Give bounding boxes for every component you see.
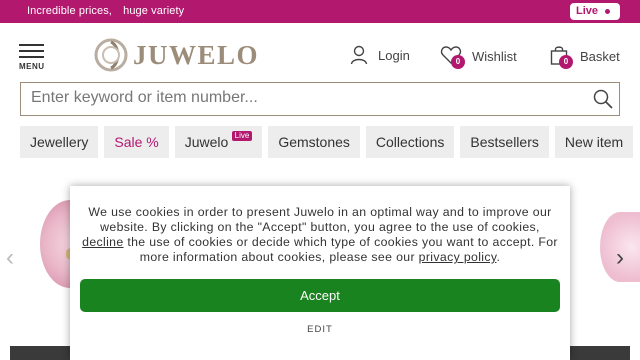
basket-count-badge: 0 xyxy=(559,55,573,69)
menu-label: MENU xyxy=(19,62,45,71)
logo-text: JUWELO xyxy=(133,39,260,70)
hero-banner-strip xyxy=(10,346,70,360)
chevron-left-icon[interactable]: ‹ xyxy=(6,244,14,272)
nav-item-label: New item xyxy=(564,134,624,150)
menu-button[interactable]: MENU xyxy=(19,43,45,71)
wishlist-link[interactable]: 0 Wishlist xyxy=(440,45,517,69)
hamburger-icon-bar xyxy=(19,56,44,58)
live-label: Live xyxy=(576,5,599,17)
nav-item-sale[interactable]: Sale % xyxy=(104,126,169,158)
chevron-right-icon[interactable]: › xyxy=(616,244,624,272)
hamburger-icon xyxy=(19,44,44,46)
promo-text: Incredible prices, huge variety xyxy=(27,5,192,17)
wishlist-label: Wishlist xyxy=(472,49,517,64)
cookie-consent-dialog: We use cookies in order to present Juwel… xyxy=(70,186,570,360)
promo-text-1: Incredible prices, xyxy=(27,5,112,17)
wishlist-icon-wrap: 0 xyxy=(440,45,465,69)
live-dot-icon xyxy=(605,9,610,14)
hamburger-icon-bar xyxy=(19,50,44,52)
search-icon[interactable] xyxy=(593,89,613,109)
nav-item-label: Bestsellers xyxy=(470,134,539,150)
live-tag-badge: Live xyxy=(231,131,253,141)
search-bar xyxy=(20,82,620,116)
nav-item-gemstones[interactable]: Gemstones xyxy=(268,126,360,158)
basket-link[interactable]: 0 Basket xyxy=(550,45,620,69)
logo[interactable]: JUWELO xyxy=(94,38,259,72)
live-button[interactable]: Live xyxy=(570,3,620,20)
edit-cookies-button[interactable]: EDIT xyxy=(70,324,570,335)
nav-item-label: Jewellery xyxy=(30,134,89,150)
decline-link[interactable]: decline xyxy=(82,235,123,249)
user-icon xyxy=(350,45,368,65)
nav-item-label: Gemstones xyxy=(278,134,350,150)
nav-item-label: Sale % xyxy=(114,134,159,150)
search-input[interactable] xyxy=(21,83,581,113)
nav-item-label: Collections xyxy=(375,134,445,150)
login-label: Login xyxy=(378,47,410,63)
hero-banner-strip xyxy=(570,346,630,360)
nav-item-new-items[interactable]: New item xyxy=(554,126,634,158)
nav-item-collections[interactable]: Collections xyxy=(365,126,455,158)
basket-icon-wrap: 0 xyxy=(550,45,573,69)
privacy-policy-link[interactable]: privacy policy xyxy=(419,250,497,264)
nav-item-label: Juwelo xyxy=(184,134,229,150)
promo-text-2: huge variety xyxy=(123,5,185,17)
nav-item-bestsellers[interactable]: Bestsellers xyxy=(460,126,549,158)
accept-button[interactable]: Accept xyxy=(80,279,560,312)
juwelo-logo-mark xyxy=(94,38,128,72)
nav-item-juwelo-live[interactable]: Juwelo Live xyxy=(174,126,263,158)
nav-item-jewellery[interactable]: Jewellery xyxy=(20,126,99,158)
site-header: MENU JUWELO Login 0 Wishlist 0 Basket xyxy=(0,23,640,83)
cookie-text: We use cookies in order to present Juwel… xyxy=(80,205,560,265)
basket-label: Basket xyxy=(580,49,620,64)
login-link[interactable]: Login xyxy=(350,45,410,65)
cookie-text-part-3: . xyxy=(496,250,501,264)
promo-bar: Incredible prices, huge variety Live xyxy=(0,0,640,23)
cookie-text-part-1: We use cookies in order to present Juwel… xyxy=(88,205,552,234)
wishlist-count-badge: 0 xyxy=(451,55,465,69)
category-nav: Jewellery Sale % Juwelo Live Gemstones Collec… xyxy=(20,126,640,158)
